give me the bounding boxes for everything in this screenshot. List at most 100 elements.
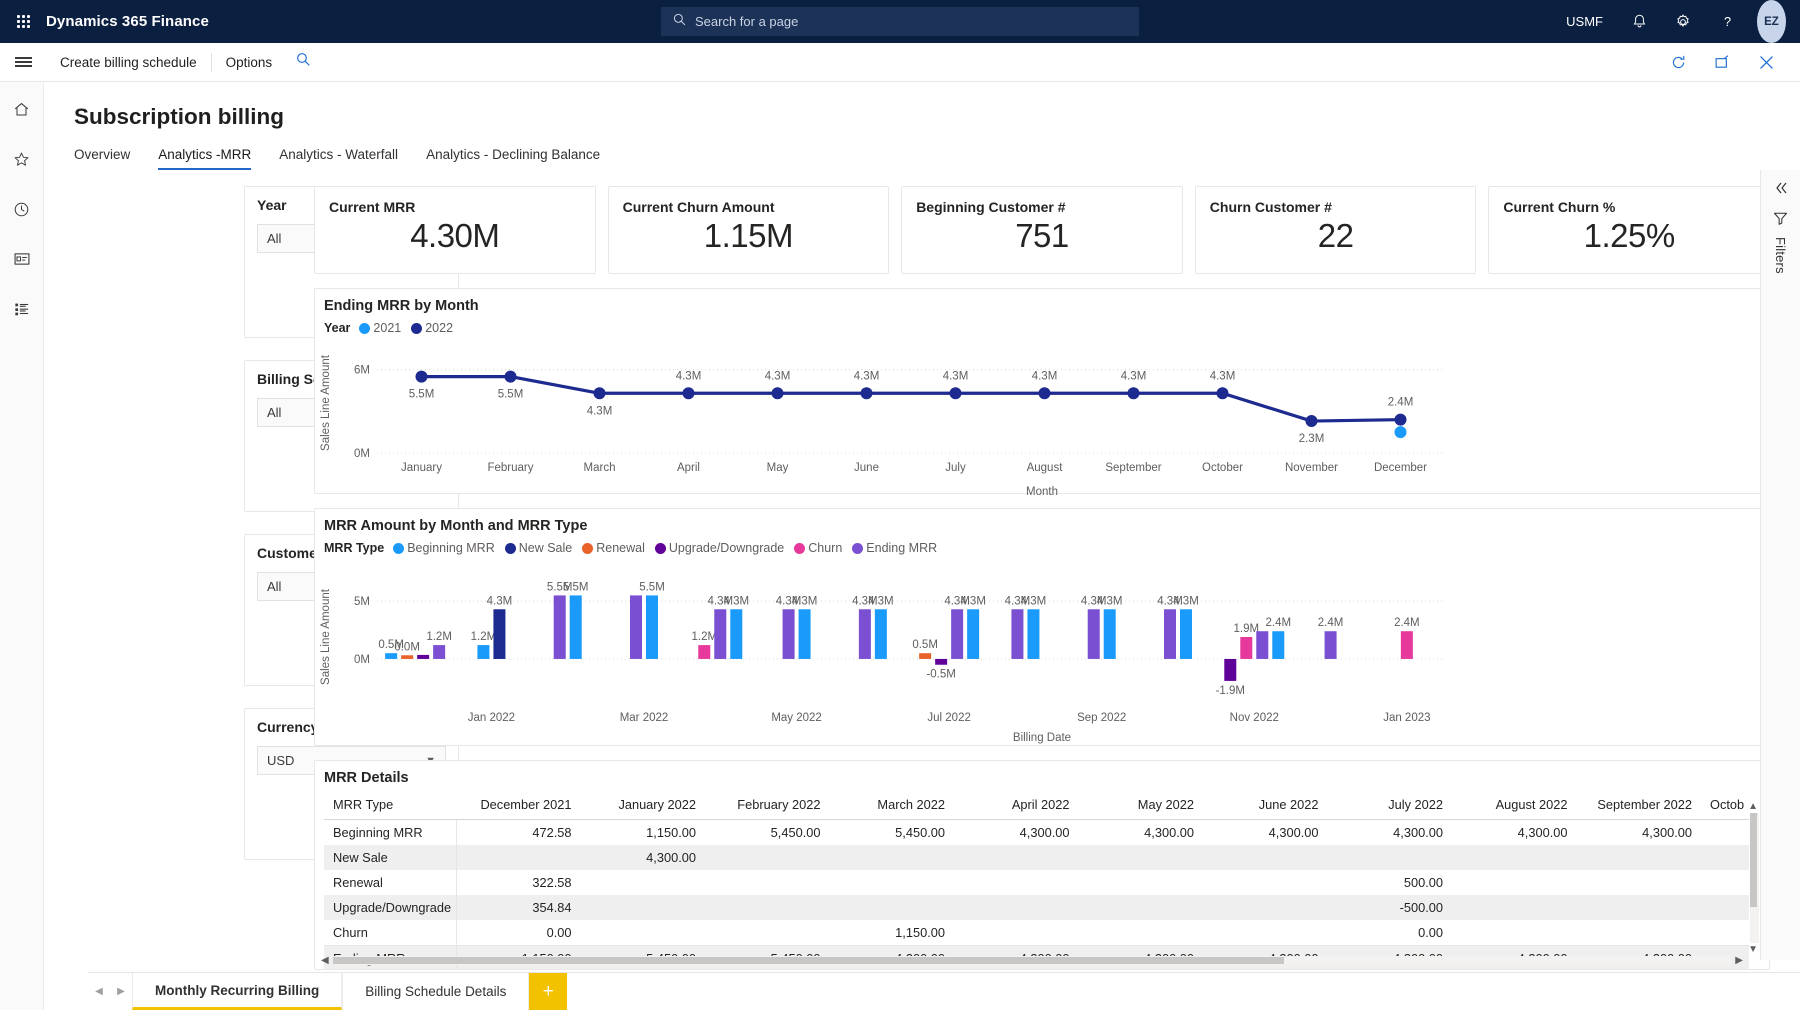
matrix-cell[interactable]: 4,300.00 [1328, 820, 1453, 846]
matrix-cell[interactable] [830, 895, 955, 920]
matrix-cell[interactable]: 4,300.00 [1577, 820, 1702, 846]
table-row[interactable]: Renewal322.58500.00 [324, 870, 1749, 895]
bell-icon[interactable] [1617, 0, 1661, 43]
kpi-churn-customer-count[interactable]: Churn Customer # 22 [1195, 186, 1477, 274]
matrix-cell[interactable] [1079, 845, 1204, 870]
create-billing-schedule-button[interactable]: Create billing schedule [46, 43, 211, 82]
matrix-cell[interactable] [1577, 920, 1702, 946]
matrix-cell[interactable] [1701, 820, 1749, 846]
options-button[interactable]: Options [212, 43, 287, 82]
matrix-cell[interactable] [1452, 870, 1577, 895]
search-input[interactable] [695, 14, 1127, 29]
matrix-column-header[interactable]: December 2021 [456, 792, 581, 820]
kpi-current-churn-percent[interactable]: Current Churn % 1.25% [1488, 186, 1770, 274]
matrix-cell[interactable]: 4,300.00 [1203, 820, 1328, 846]
legend-item-beginning-mrr[interactable]: Beginning MRR [393, 541, 495, 555]
matrix-cell[interactable] [705, 895, 830, 920]
matrix-cell[interactable]: 5,450.00 [830, 820, 955, 846]
matrix-cell[interactable]: 500.00 [1328, 870, 1453, 895]
matrix-column-header[interactable]: March 2022 [830, 792, 955, 820]
matrix-cell[interactable] [705, 870, 830, 895]
matrix-cell[interactable] [954, 920, 1079, 946]
matrix-cell[interactable]: 4,300.00 [581, 845, 706, 870]
kpi-current-mrr[interactable]: Current MRR 4.30M [314, 186, 596, 274]
matrix-column-header[interactable]: August 2022 [1452, 792, 1577, 820]
matrix-cell[interactable] [1203, 920, 1328, 946]
matrix-cell[interactable] [456, 845, 581, 870]
matrix-cell[interactable]: 1,150.00 [830, 920, 955, 946]
hamburger-icon[interactable] [0, 54, 46, 69]
matrix-cell[interactable]: 4,300.00 [1079, 820, 1204, 846]
gear-icon[interactable] [1661, 0, 1705, 43]
legend-item-ending-mrr[interactable]: Ending MRR [852, 541, 937, 555]
matrix-cell[interactable] [1452, 920, 1577, 946]
table-row[interactable]: New Sale4,300.00 [324, 845, 1749, 870]
waffle-icon[interactable] [0, 15, 46, 28]
legal-entity-selector[interactable]: USMF [1552, 0, 1617, 43]
matrix-cell[interactable] [1701, 845, 1749, 870]
matrix-column-header[interactable]: February 2022 [705, 792, 830, 820]
refresh-icon[interactable] [1658, 43, 1698, 82]
matrix-cell[interactable] [1203, 895, 1328, 920]
global-search-box[interactable] [661, 7, 1139, 36]
bottom-tab-monthly-recurring-billing[interactable]: Monthly Recurring Billing [132, 973, 342, 1010]
legend-item-2022[interactable]: 2022 [411, 321, 453, 335]
matrix-cell[interactable] [1577, 895, 1702, 920]
matrix-cell[interactable]: 0.00 [1328, 920, 1453, 946]
matrix-cell[interactable] [1577, 870, 1702, 895]
legend-item-renewal[interactable]: Renewal [582, 541, 645, 555]
matrix-cell[interactable] [954, 845, 1079, 870]
matrix-vertical-scrollbar[interactable] [1750, 813, 1759, 943]
matrix-cell[interactable]: 5,450.00 [705, 820, 830, 846]
matrix-cell[interactable]: 0.00 [456, 920, 581, 946]
matrix-cell[interactable] [1328, 845, 1453, 870]
matrix-cell[interactable] [705, 920, 830, 946]
tab-next-button[interactable]: ▶ [110, 973, 132, 1010]
bottom-tab-billing-schedule-details[interactable]: Billing Schedule Details [342, 973, 529, 1010]
matrix-cell[interactable] [1203, 845, 1328, 870]
matrix-cell[interactable] [954, 895, 1079, 920]
matrix-cell[interactable] [1452, 895, 1577, 920]
line-chart-ending-mrr-by-month[interactable]: Ending MRR by Month Year 2021 2022 Sales… [314, 288, 1770, 494]
matrix-column-header[interactable]: May 2022 [1079, 792, 1204, 820]
matrix-mrr-details[interactable]: MRR Details MRR TypeDecember 2021January… [314, 760, 1770, 970]
filters-rail[interactable]: Filters [1760, 170, 1800, 960]
matrix-cell[interactable] [1079, 870, 1204, 895]
help-icon[interactable]: ? [1705, 0, 1749, 43]
matrix-cell[interactable] [1203, 870, 1328, 895]
recent-clock-icon[interactable] [7, 194, 37, 224]
matrix-cell[interactable]: 4,300.00 [1452, 820, 1577, 846]
add-tab-button[interactable]: + [529, 973, 567, 1010]
home-icon[interactable] [7, 94, 37, 124]
matrix-cell[interactable]: 354.84 [456, 895, 581, 920]
matrix-cell[interactable] [1079, 895, 1204, 920]
scroll-up-arrow[interactable]: ▲ [1748, 801, 1758, 812]
scroll-right-arrow[interactable]: ▶ [1735, 955, 1743, 966]
matrix-cell[interactable] [581, 895, 706, 920]
legend-item-upgrade-downgrade[interactable]: Upgrade/Downgrade [655, 541, 784, 555]
matrix-column-header[interactable]: April 2022 [954, 792, 1079, 820]
matrix-cell[interactable] [1701, 870, 1749, 895]
tab-analytics-mrr[interactable]: Analytics -MRR [158, 142, 265, 170]
popout-icon[interactable] [1702, 43, 1742, 82]
chevron-double-left-icon[interactable] [1773, 180, 1789, 201]
legend-item-2021[interactable]: 2021 [359, 321, 401, 335]
matrix-column-header[interactable]: January 2022 [581, 792, 706, 820]
matrix-cell[interactable] [830, 870, 955, 895]
matrix-cell[interactable] [1577, 845, 1702, 870]
matrix-cell[interactable]: 472.58 [456, 820, 581, 846]
matrix-cell[interactable] [581, 870, 706, 895]
workspaces-icon[interactable] [7, 244, 37, 274]
scroll-left-arrow[interactable]: ◀ [321, 955, 329, 966]
matrix-cell[interactable]: 1,150.00 [581, 820, 706, 846]
table-row[interactable]: Beginning MRR472.581,150.005,450.005,450… [324, 820, 1749, 846]
matrix-cell[interactable] [1701, 895, 1749, 920]
matrix-cell[interactable] [705, 845, 830, 870]
matrix-cell[interactable] [830, 845, 955, 870]
matrix-cell[interactable] [581, 920, 706, 946]
legend-item-new-sale[interactable]: New Sale [505, 541, 573, 555]
matrix-cell[interactable] [1701, 920, 1749, 946]
matrix-cell[interactable]: 4,300.00 [954, 820, 1079, 846]
matrix-column-header[interactable]: June 2022 [1203, 792, 1328, 820]
kpi-beginning-customer-count[interactable]: Beginning Customer # 751 [901, 186, 1183, 274]
